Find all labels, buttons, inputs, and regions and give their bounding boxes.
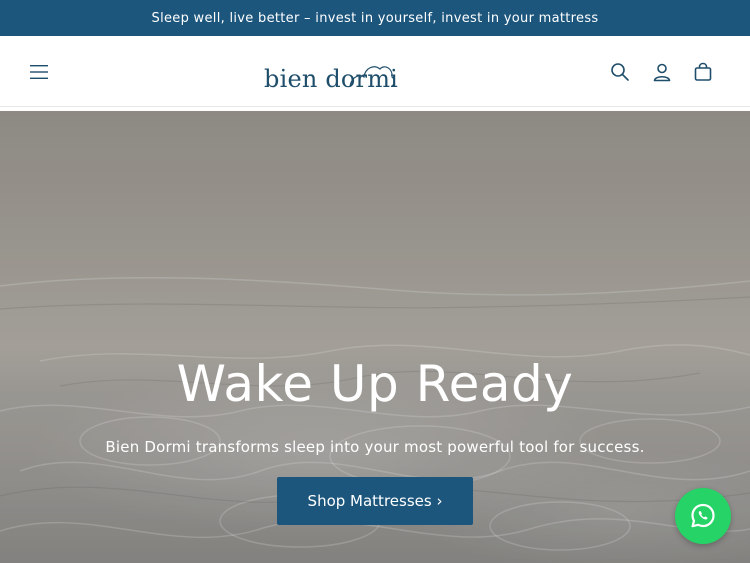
shop-mattresses-button[interactable]: Shop Mattresses › <box>277 477 473 525</box>
account-button[interactable] <box>648 58 676 86</box>
hero-banner: Wake Up Ready Bien Dormi transforms slee… <box>0 111 750 563</box>
search-icon <box>611 63 629 81</box>
hero-subtitle: Bien Dormi transforms sleep into your mo… <box>105 438 645 456</box>
cloud-logo-icon <box>349 66 395 87</box>
site-header: bien dormi <box>0 36 750 107</box>
account-icon <box>653 63 671 82</box>
menu-button[interactable] <box>24 58 54 86</box>
announcement-bar: Sleep well, live better – invest in your… <box>0 0 750 36</box>
hamburger-menu-icon <box>30 65 48 79</box>
whatsapp-icon <box>691 503 715 528</box>
whatsapp-chat-button[interactable] <box>675 488 731 544</box>
brand-logo[interactable]: bien dormi <box>258 52 402 94</box>
search-button[interactable] <box>606 58 634 86</box>
cart-button[interactable] <box>689 58 717 86</box>
cart-icon <box>694 62 712 81</box>
hero-title: Wake Up Ready <box>176 355 574 413</box>
announcement-text: Sleep well, live better – invest in your… <box>151 10 599 26</box>
